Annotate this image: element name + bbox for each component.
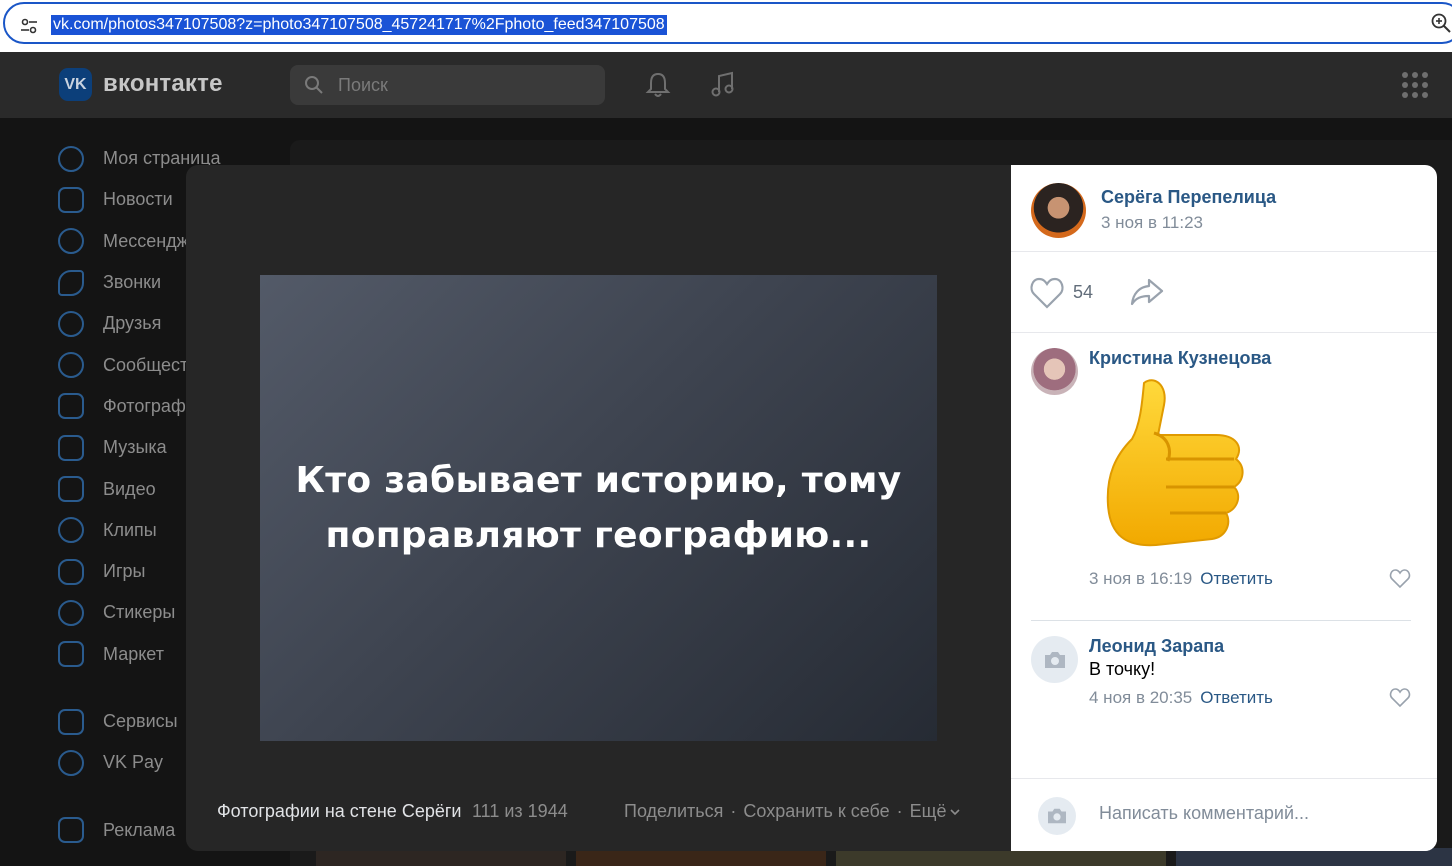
nav-label: Музыка bbox=[103, 437, 167, 458]
post-date[interactable]: 3 ноя в 11:23 bbox=[1101, 213, 1203, 233]
stickers-icon bbox=[58, 599, 84, 626]
avatar[interactable] bbox=[1031, 636, 1078, 683]
apps-grid-icon[interactable] bbox=[1400, 70, 1430, 100]
user-circle-icon bbox=[58, 145, 84, 172]
nav-label: Реклама bbox=[103, 819, 176, 840]
chevron-down-icon[interactable] bbox=[950, 807, 961, 817]
photo-pane: Кто забывает историю, тому поправляют ге… bbox=[186, 165, 1011, 851]
url-text[interactable]: vk.com/photos347107508?z=photo347107508_… bbox=[51, 15, 667, 35]
comment-composer: Написать комментарий... bbox=[1011, 778, 1437, 851]
share-button[interactable]: Поделиться bbox=[624, 801, 723, 821]
thumbs-up-sticker bbox=[1106, 379, 1244, 547]
post-author: Серёга Перепелица 3 ноя в 11:23 bbox=[1011, 165, 1437, 252]
likes-row: 54 bbox=[1011, 252, 1437, 333]
communities-icon bbox=[58, 352, 84, 379]
author-name[interactable]: Серёга Перепелица bbox=[1101, 187, 1276, 208]
friends-icon bbox=[58, 310, 84, 337]
bell-icon[interactable] bbox=[643, 70, 673, 100]
comment-meta: 3 ноя в 16:19 Ответить bbox=[1089, 569, 1273, 589]
album-link[interactable]: Фотографии на стене Серёги bbox=[217, 801, 461, 822]
photo-side-pane: Серёга Перепелица 3 ноя в 11:23 54 Крист… bbox=[1011, 165, 1437, 851]
search-placeholder: Поиск bbox=[338, 75, 388, 95]
camera-icon bbox=[1048, 808, 1066, 824]
comment-meta: 4 ноя в 20:35 Ответить bbox=[1089, 688, 1273, 708]
comment-like-icon[interactable] bbox=[1389, 688, 1411, 708]
nav-label: Звонки bbox=[103, 272, 162, 293]
search-input[interactable]: Поиск bbox=[290, 65, 605, 105]
nav-label: VK Pay bbox=[103, 752, 164, 773]
video-icon bbox=[58, 476, 84, 503]
photo-viewer-modal: Кто забывает историю, тому поправляют ге… bbox=[186, 165, 1437, 851]
more-button[interactable]: Ещё bbox=[910, 801, 947, 821]
avatar bbox=[1038, 797, 1076, 835]
comment-divider bbox=[1031, 620, 1411, 621]
nav-label: Стикеры bbox=[103, 602, 176, 623]
market-icon bbox=[58, 641, 84, 668]
ads-icon bbox=[58, 817, 84, 844]
photo-image[interactable]: Кто забывает историю, тому поправляют ге… bbox=[260, 275, 937, 741]
vk-header: VK вконтакте Поиск bbox=[0, 52, 1452, 118]
nav-label: Клипы bbox=[103, 519, 157, 540]
vk-logo-icon[interactable]: VK bbox=[59, 68, 92, 101]
likes-count: 54 bbox=[1073, 282, 1094, 302]
comment-text: В точку! bbox=[1089, 659, 1156, 679]
zoom-icon[interactable] bbox=[1430, 12, 1452, 34]
games-icon bbox=[58, 558, 84, 585]
phone-icon bbox=[58, 269, 84, 296]
photo-footer: Фотографии на стене Серёги 111 из 1944 П… bbox=[186, 801, 1011, 831]
message-icon bbox=[58, 228, 84, 255]
comment-date[interactable]: 3 ноя в 16:19 bbox=[1089, 569, 1192, 588]
photo-caption-text: Кто забывает историю, тому поправляют ге… bbox=[295, 460, 902, 556]
nav-label: Маркет bbox=[103, 643, 164, 664]
nav-label: Друзья bbox=[103, 313, 162, 334]
avatar[interactable] bbox=[1031, 348, 1078, 395]
vkpay-icon bbox=[58, 749, 84, 776]
search-icon bbox=[305, 76, 323, 94]
news-icon bbox=[58, 186, 84, 213]
music-icon[interactable] bbox=[708, 70, 738, 100]
services-icon bbox=[58, 708, 84, 735]
browser-address-bar: vk.com/photos347107508?z=photo347107508_… bbox=[0, 0, 1452, 52]
nav-label: Видео bbox=[103, 478, 156, 499]
like-heart-icon[interactable] bbox=[1029, 276, 1065, 310]
nav-label: Новости bbox=[103, 189, 173, 210]
reply-button[interactable]: Ответить bbox=[1200, 688, 1273, 707]
separator-dot: · bbox=[730, 801, 737, 821]
comment-author[interactable]: Леонид Зарапа bbox=[1089, 636, 1224, 657]
camera-icon bbox=[1045, 652, 1065, 668]
site-settings-icon[interactable] bbox=[19, 16, 39, 36]
avatar[interactable] bbox=[1031, 183, 1086, 238]
share-arrow-icon[interactable] bbox=[1129, 276, 1165, 308]
reply-button[interactable]: Ответить bbox=[1200, 569, 1273, 588]
comment-author[interactable]: Кристина Кузнецова bbox=[1089, 348, 1271, 369]
comment-input[interactable]: Написать комментарий... bbox=[1099, 803, 1309, 824]
photo-counter: 111 из 1944 bbox=[472, 801, 568, 821]
nav-label: Игры bbox=[103, 561, 146, 582]
save-button[interactable]: Сохранить к себе bbox=[743, 801, 889, 821]
photos-icon bbox=[58, 393, 84, 420]
nav-label: Сервисы bbox=[103, 711, 178, 731]
music-icon bbox=[58, 434, 84, 461]
comment-date[interactable]: 4 ноя в 20:35 bbox=[1089, 688, 1192, 707]
url-field[interactable]: vk.com/photos347107508?z=photo347107508_… bbox=[3, 2, 1452, 44]
vk-wordmark[interactable]: вконтакте bbox=[103, 70, 223, 98]
comment-like-icon[interactable] bbox=[1389, 569, 1411, 589]
photo-actions: Поделиться · Сохранить к себе · Ещё bbox=[624, 801, 961, 822]
separator-dot: · bbox=[896, 801, 903, 821]
clips-icon bbox=[58, 517, 84, 544]
